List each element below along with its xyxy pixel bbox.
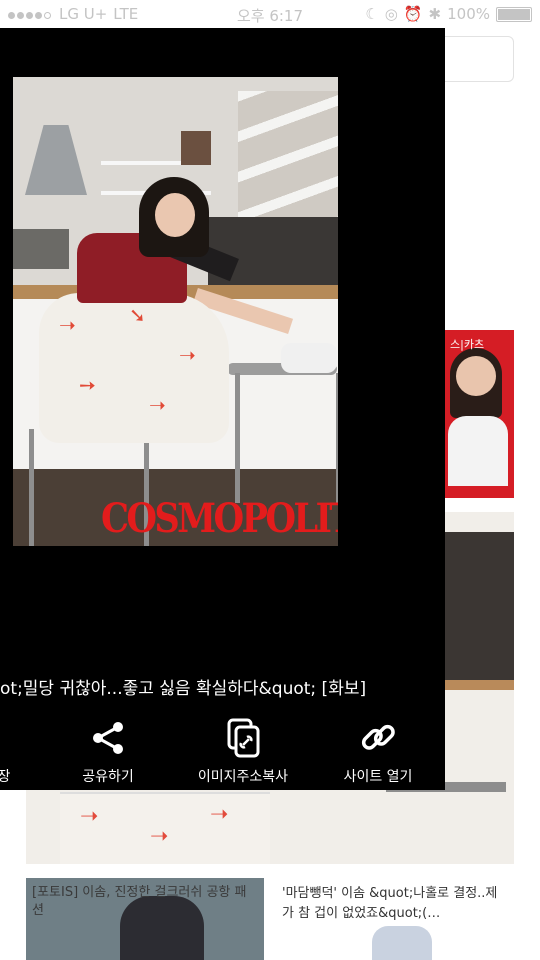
battery-percent: 100% <box>447 5 490 23</box>
copy-link-icon <box>227 718 260 758</box>
related-card-1-title: [포토IS] 이솜, 진정한 걸크러쉬 공항 패션 <box>32 885 247 918</box>
open-site-button[interactable]: 사이트 열기 <box>336 718 420 786</box>
viewer-photo[interactable]: ➝ ➘ ➝ ➙ ➝ COSMOPOLITAN <box>13 77 338 546</box>
background-related-card-2[interactable]: '마담뺑덕' 이솜 &quot;나홀로 결정..제가 참 겁이 없었죠&quot… <box>276 878 514 960</box>
status-bar: LG U+ LTE 오후 6:17 ☾ ◎ ⏰ ✱ 100% <box>0 0 540 28</box>
link-icon <box>361 724 395 750</box>
image-caption: ot;밀당 귀찮아...좋고 싫음 확실하다&quot; [화보] <box>0 679 367 699</box>
status-right: ☾ ◎ ⏰ ✱ 100% <box>365 5 532 23</box>
lock-rotation-icon: ◎ <box>384 5 398 23</box>
share-button[interactable]: 공유하기 <box>68 718 148 786</box>
copy-image-url-button[interactable]: 이미지주소복사 <box>188 718 298 786</box>
moon-icon: ☾ <box>365 5 379 23</box>
share-label: 공유하기 <box>82 769 134 785</box>
alarm-icon: ⏰ <box>403 5 423 23</box>
viewer-action-bar: 장 공유하기 이미지주소복사 사이트 열기 <box>0 718 445 790</box>
share-icon <box>93 722 123 754</box>
photo-brand-logo: COSMOPOLITAN <box>101 495 338 542</box>
image-viewer-overlay: ➝ ➘ ➝ ➙ ➝ COSMOPOLITAN ot;밀당 귀찮아...좋고 싫음… <box>0 28 445 790</box>
open-site-label: 사이트 열기 <box>343 769 413 785</box>
download-icon <box>0 718 14 758</box>
background-related-card-1[interactable]: [포토IS] 이솜, 진정한 걸크러쉬 공항 패션 <box>26 878 264 960</box>
related-card-2-title: '마담뺑덕' 이솜 &quot;나홀로 결정..제가 참 겁이 없었죠&quot… <box>282 886 498 921</box>
background-thumbnail[interactable]: 스|카츠 <box>444 330 514 498</box>
battery-icon <box>496 6 532 22</box>
bluetooth-icon: ✱ <box>428 5 442 23</box>
background-thumbnail-label: 스|카츠 <box>450 338 485 351</box>
save-image-button[interactable]: 장 <box>0 718 14 786</box>
copy-image-url-label: 이미지주소복사 <box>197 769 289 785</box>
save-image-label: 장 <box>0 769 11 785</box>
